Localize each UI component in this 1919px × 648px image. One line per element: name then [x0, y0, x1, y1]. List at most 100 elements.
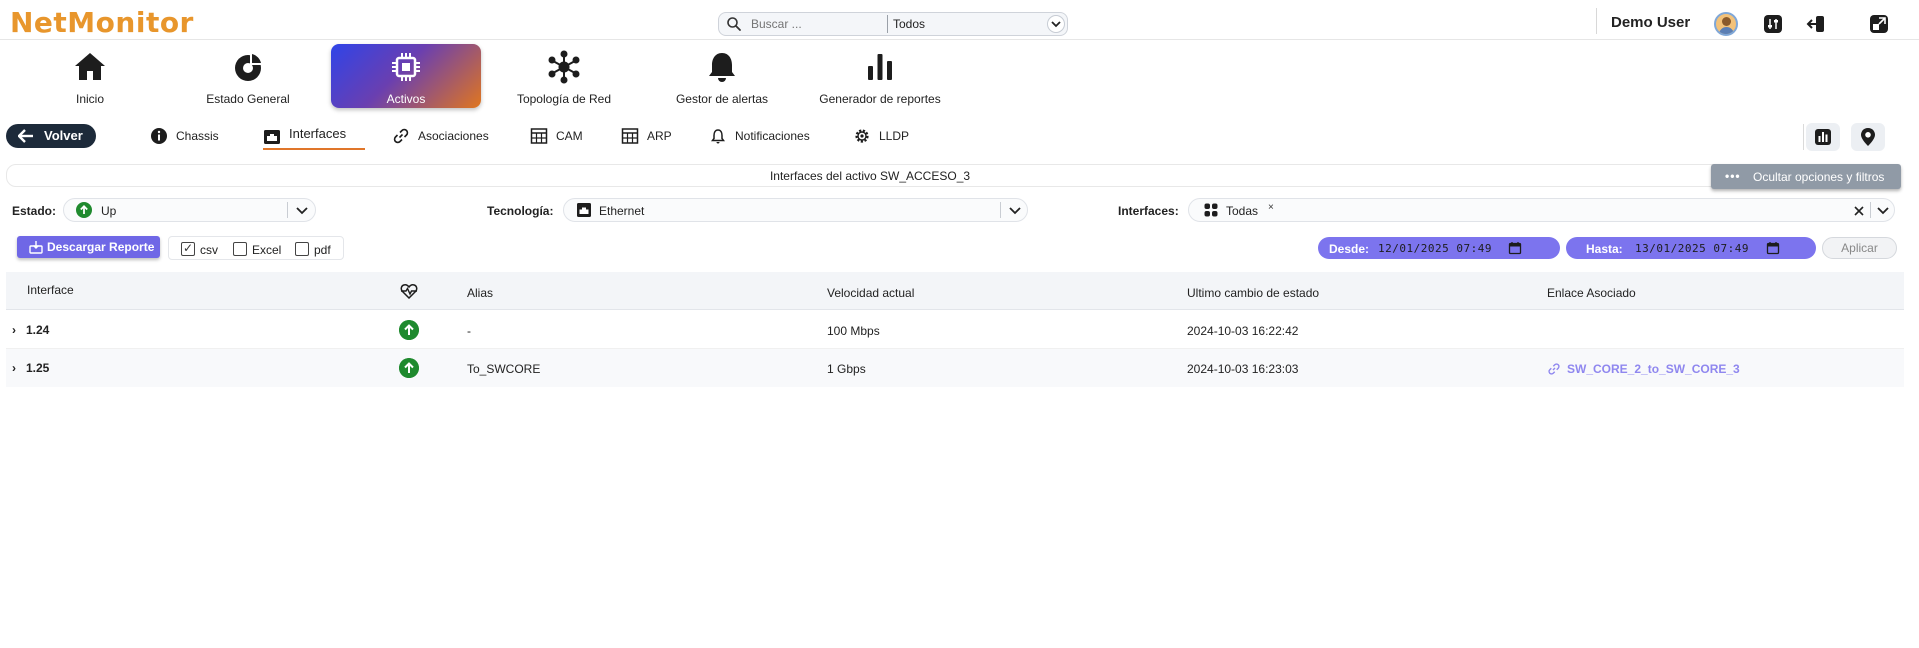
excel-label: Excel	[252, 243, 282, 257]
top-bar: NetMonitor Todos Demo User	[0, 0, 1919, 40]
search-scope-select[interactable]: Todos	[893, 13, 925, 35]
app-logo[interactable]: NetMonitor	[10, 6, 194, 39]
tab-label: ARP	[647, 129, 672, 143]
hasta-date-field[interactable]: Hasta: 13/01/2025 07:49	[1566, 237, 1816, 259]
tab-interfaces[interactable]: Interfaces	[263, 124, 365, 150]
status-up-icon	[76, 202, 92, 218]
nav-item-gestor-alertas[interactable]: Gestor de alertas	[662, 44, 782, 108]
more-dots-icon: •••	[1725, 169, 1741, 183]
search-input[interactable]	[749, 13, 899, 35]
associated-link-text: SW_CORE_2_to_SW_CORE_3	[1567, 362, 1740, 376]
calendar-icon[interactable]	[1766, 241, 1780, 255]
map-view-button[interactable]	[1851, 123, 1885, 151]
column-header-interface[interactable]: Interface	[27, 283, 74, 297]
bar-chart-icon	[868, 54, 892, 80]
download-report-label: Descargar Reporte	[47, 240, 155, 254]
hasta-value[interactable]: 13/01/2025 07:49	[1635, 242, 1749, 255]
tab-label: Asociaciones	[418, 129, 489, 143]
search-divider	[887, 15, 888, 33]
column-header-velocidad[interactable]: Velocidad actual	[827, 286, 914, 300]
tab-asociaciones[interactable]: Asociaciones	[392, 124, 502, 150]
pdf-label: pdf	[314, 243, 331, 257]
toggle-filters-button[interactable]: ••• Ocultar opciones y filtros	[1711, 164, 1901, 189]
desde-value[interactable]: 12/01/2025 07:49	[1378, 242, 1492, 255]
tecnologia-select[interactable]: Ethernet	[563, 198, 1028, 222]
desde-date-field[interactable]: Desde: 12/01/2025 07:49	[1318, 237, 1560, 259]
chart-view-button[interactable]	[1806, 123, 1840, 151]
back-button[interactable]: Volver	[6, 124, 96, 148]
tab-notificaciones[interactable]: Notificaciones	[709, 124, 829, 150]
chevron-down-icon[interactable]	[1007, 202, 1023, 218]
bell-icon	[711, 129, 725, 144]
subnav-divider	[1803, 124, 1804, 150]
estado-value: Up	[101, 204, 117, 218]
info-icon	[151, 128, 167, 144]
nav-item-estado-general[interactable]: Estado General	[188, 44, 308, 108]
chevron-down-icon[interactable]	[1875, 202, 1891, 218]
chevron-down-icon[interactable]	[1047, 15, 1065, 33]
apply-button[interactable]: Aplicar	[1822, 237, 1897, 259]
remove-tag-icon[interactable]: ×	[1268, 202, 1274, 213]
alias-cell: -	[467, 324, 471, 338]
status-up-icon	[399, 320, 419, 340]
csv-label: csv	[200, 243, 218, 257]
excel-checkbox[interactable]	[233, 242, 247, 256]
tecnologia-label: Tecnología:	[487, 204, 554, 218]
table-row[interactable]: › 1.25 To_SWCORE 1 Gbps 2024-10-03 16:23…	[6, 349, 1904, 387]
expand-row-icon[interactable]: ›	[12, 323, 16, 337]
back-button-label: Volver	[44, 128, 83, 143]
network-topology-icon	[548, 50, 580, 84]
nav-item-inicio[interactable]: Inicio	[40, 44, 140, 108]
tab-chassis[interactable]: Chassis	[150, 124, 230, 150]
nav-item-label: Generador de reportes	[819, 92, 941, 106]
column-header-ultimo-cambio[interactable]: Ultimo cambio de estado	[1187, 286, 1319, 300]
nav-item-topologia[interactable]: Topología de Red	[504, 44, 624, 108]
column-header-enlace[interactable]: Enlace Asociado	[1547, 286, 1636, 300]
interface-cell: 1.24	[26, 323, 50, 337]
link-icon	[393, 128, 409, 144]
nav-item-generador-reportes[interactable]: Generador de reportes	[812, 44, 948, 108]
logout-icon[interactable]	[1806, 14, 1826, 34]
interfaces-select[interactable]: Todas ×	[1188, 198, 1895, 222]
nav-item-activos[interactable]: Activos	[331, 44, 481, 108]
search-icon	[727, 17, 741, 31]
user-name: Demo User	[1611, 14, 1691, 31]
select-divider	[1000, 202, 1001, 218]
settings-sliders-icon[interactable]	[1763, 14, 1783, 34]
tab-arp[interactable]: ARP	[621, 124, 681, 150]
estado-select[interactable]: Up	[63, 198, 316, 222]
download-icon	[29, 241, 43, 254]
tab-lldp[interactable]: LLDP	[853, 124, 923, 150]
nav-item-label: Activos	[386, 92, 426, 106]
select-divider	[287, 202, 288, 218]
table-row[interactable]: › 1.24 - 100 Mbps 2024-10-03 16:22:42	[6, 311, 1904, 349]
expand-row-icon[interactable]: ›	[12, 361, 16, 375]
calendar-icon[interactable]	[1508, 241, 1522, 255]
grid-icon	[1204, 203, 1218, 217]
chevron-down-icon[interactable]	[294, 202, 310, 218]
column-header-alias[interactable]: Alias	[467, 286, 493, 300]
clear-icon[interactable]	[1852, 204, 1866, 218]
pie-chart-icon	[235, 53, 263, 81]
tecnologia-value: Ethernet	[599, 204, 645, 218]
nav-item-label: Inicio	[75, 92, 104, 106]
asset-title-bar: Interfaces del activo SW_ACCESO_3	[6, 164, 1896, 187]
format-options: csv Excel pdf	[168, 236, 344, 260]
expand-icon[interactable]	[1869, 14, 1889, 34]
nav-item-label: Gestor de alertas	[675, 92, 769, 106]
last-change-cell: 2024-10-03 16:22:42	[1187, 324, 1299, 338]
tab-cam[interactable]: CAM	[530, 124, 590, 150]
gear-icon	[855, 129, 869, 143]
table-header: Interface Alias Velocidad actual Ultimo …	[6, 272, 1904, 310]
tab-label: Chassis	[176, 129, 219, 143]
pdf-checkbox[interactable]	[295, 242, 309, 256]
avatar[interactable]	[1714, 12, 1738, 36]
csv-checkbox[interactable]	[181, 241, 195, 256]
tab-label: LLDP	[879, 129, 910, 143]
heartbeat-icon[interactable]	[400, 283, 418, 299]
table-icon	[621, 128, 639, 144]
download-report-button[interactable]: Descargar Reporte	[17, 236, 160, 258]
interfaces-label: Interfaces:	[1118, 204, 1179, 218]
speed-cell: 100 Mbps	[827, 324, 880, 338]
chip-icon	[392, 53, 420, 81]
